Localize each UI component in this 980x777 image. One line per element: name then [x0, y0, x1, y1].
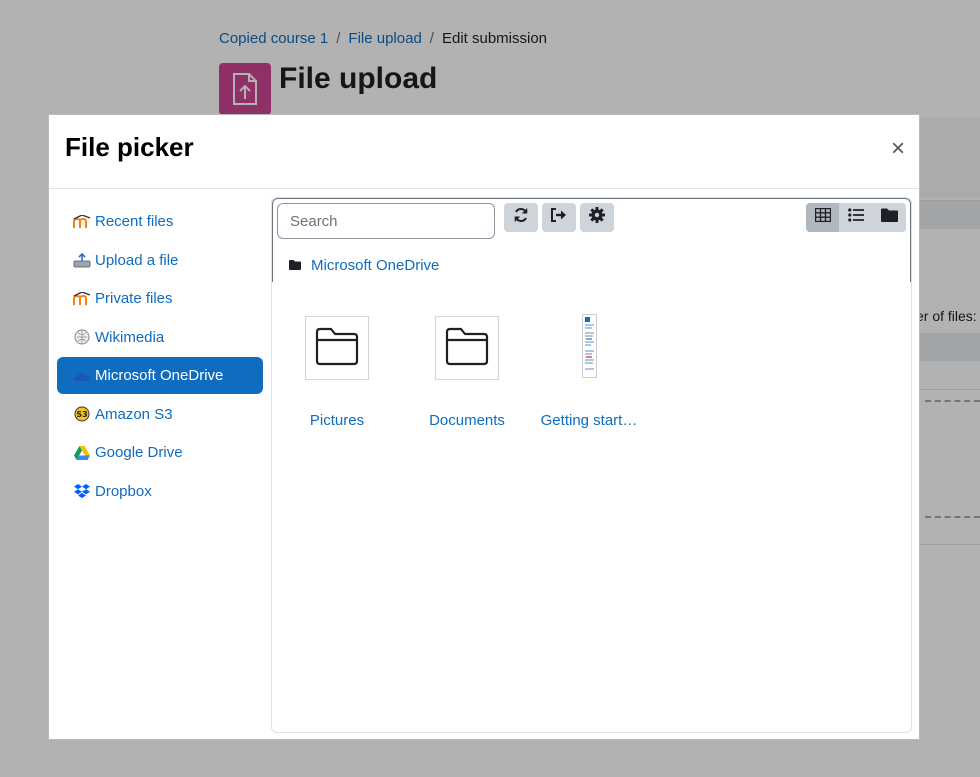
refresh-button[interactable] [504, 203, 538, 232]
wikimedia-icon [73, 329, 91, 345]
sidebar-item-label: Recent files [95, 213, 174, 230]
sidebar-item-label: Microsoft OneDrive [95, 367, 224, 384]
repository-list: Recent files Upload a file Private files… [57, 203, 263, 511]
close-button[interactable]: × [891, 137, 905, 161]
folder-icon [289, 257, 301, 274]
document-thumbnail [557, 313, 621, 383]
s3-icon: S3 [73, 406, 91, 422]
logout-icon [550, 207, 568, 228]
file-name: Documents [429, 412, 505, 429]
list-view-button[interactable] [839, 203, 872, 232]
logout-button[interactable] [542, 203, 576, 232]
sidebar-item-dropbox[interactable]: Dropbox [57, 473, 263, 510]
path-current-folder[interactable]: Microsoft OneDrive [311, 257, 439, 274]
sidebar-item-microsoft-onedrive[interactable]: Microsoft OneDrive [57, 357, 263, 394]
path-bar: Microsoft OneDrive [289, 257, 439, 274]
sidebar-item-google-drive[interactable]: Google Drive [57, 434, 263, 471]
search-input[interactable] [277, 203, 495, 239]
tree-view-button[interactable] [873, 203, 906, 232]
upload-icon [73, 252, 91, 268]
grid-view-button[interactable] [806, 203, 840, 232]
onedrive-icon [73, 368, 91, 384]
refresh-icon [513, 207, 529, 228]
sidebar-item-label: Private files [95, 290, 173, 307]
dropbox-icon [73, 483, 91, 499]
file-picker-dialog: File picker × Recent files Upload a file… [48, 114, 920, 740]
sidebar-item-label: Dropbox [95, 482, 152, 500]
file-browser-toolbar: Microsoft OneDrive [272, 198, 911, 282]
list-view-icon [848, 208, 864, 227]
sidebar-item-label: Amazon S3 [95, 405, 173, 423]
folder-view-icon [880, 208, 898, 227]
sidebar-item-label: Google Drive [95, 444, 183, 461]
file-item-documents[interactable]: Documents [412, 316, 522, 429]
folder-icon [314, 326, 360, 371]
sidebar-item-amazon-s3[interactable]: S3 Amazon S3 [57, 396, 263, 433]
modal-header: File picker × [49, 115, 919, 189]
file-item-getting-started[interactable]: Getting start… [534, 313, 644, 429]
moodle-icon [73, 214, 91, 230]
modal-title: File picker [65, 132, 194, 162]
grid-view-icon [814, 207, 831, 227]
sidebar-item-label: Wikimedia [95, 328, 165, 346]
sidebar-item-upload-a-file[interactable]: Upload a file [57, 242, 263, 279]
file-item-pictures[interactable]: Pictures [282, 316, 392, 429]
sidebar-item-recent-files[interactable]: Recent files [57, 203, 263, 240]
view-toggle-group [806, 203, 906, 232]
document-preview-icon [581, 313, 597, 383]
moodle-icon [73, 291, 91, 307]
google-drive-icon [73, 445, 91, 461]
gear-icon [589, 207, 605, 228]
sidebar-item-label: Upload a file [95, 251, 179, 269]
sidebar-item-private-files[interactable]: Private files [57, 280, 263, 317]
folder-thumbnail [435, 316, 499, 380]
svg-text:S3: S3 [76, 410, 87, 419]
file-grid: Pictures Documents Getting start… [272, 282, 911, 732]
folder-icon [444, 326, 490, 371]
file-name: Pictures [309, 412, 365, 429]
file-name: Getting start… [540, 412, 638, 429]
folder-thumbnail [305, 316, 369, 380]
file-browser-panel: Microsoft OneDrive Pictures Documents [271, 197, 912, 733]
sidebar-item-wikimedia[interactable]: Wikimedia [57, 319, 263, 356]
settings-button[interactable] [580, 203, 614, 232]
